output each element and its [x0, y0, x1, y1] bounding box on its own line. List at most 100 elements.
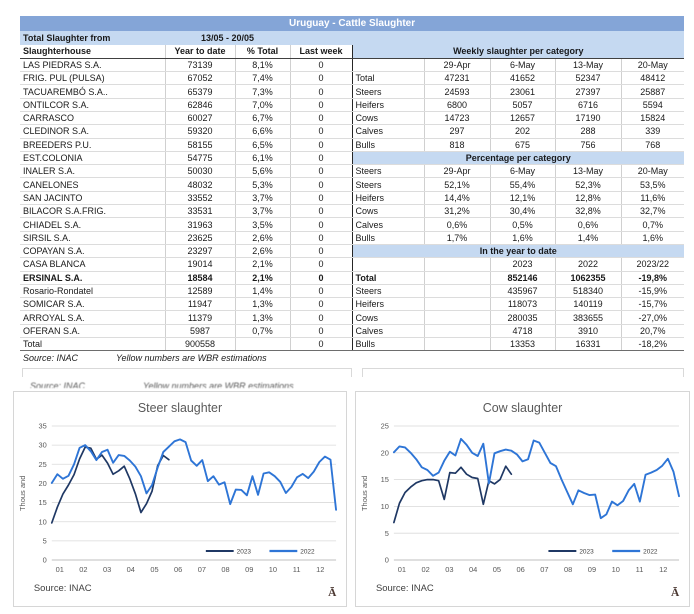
cell: 31,2% [424, 205, 490, 218]
slaughterhouse-name: CHIADEL S.A. [20, 218, 165, 231]
cell: 14,4% [424, 191, 490, 204]
category-label: Heifers [352, 298, 424, 311]
source-note: Source: INACYellow numbers are WBR estim… [20, 351, 352, 364]
slaughterhouse-name: Total [20, 338, 165, 351]
slaughterhouse-name: LAS PIEDRAS S.A. [20, 58, 165, 71]
cell: 3910 [555, 324, 621, 337]
cell: 24593 [424, 85, 490, 98]
y-tick-label: 20 [381, 448, 389, 457]
cell [424, 284, 490, 297]
cell: 0 [290, 231, 352, 244]
category-label: Cows [352, 311, 424, 324]
cell: 25887 [621, 85, 684, 98]
y-tick-label: 5 [43, 536, 47, 545]
y-tick-label: 10 [39, 517, 47, 526]
chart-title: Steer slaughter [138, 401, 222, 415]
cell: 675 [490, 138, 555, 151]
table-row: SIRSIL S.A.236252,6%0Bulls1,7%1,6%1,4%1,… [20, 231, 684, 244]
x-tick-label: 06 [174, 565, 182, 574]
table-row: CASA BLANCA190142,1%0202320222023/22 [20, 258, 684, 271]
category-label: Calves [352, 218, 424, 231]
table-row: CHIADEL S.A.319633,5%0Calves0,6%0,5%0,6%… [20, 218, 684, 231]
y-tick-label: 25 [39, 460, 47, 469]
cell: 435967 [490, 284, 555, 297]
cell: 1,4% [555, 231, 621, 244]
cell [424, 338, 490, 351]
cell: -19,8% [621, 271, 684, 284]
cell: 2,6% [235, 244, 290, 257]
cell [290, 31, 352, 45]
cell: 33531 [165, 205, 235, 218]
cell: 54775 [165, 151, 235, 164]
cell: 53,5% [621, 178, 684, 191]
cell: 900558 [165, 338, 235, 351]
table-row: ONTILCOR S.A.628467,0%0Heifers6800505767… [20, 98, 684, 111]
cell: 73139 [165, 58, 235, 71]
cell: 12,1% [490, 191, 555, 204]
cell: 518340 [555, 284, 621, 297]
cell: 6716 [555, 98, 621, 111]
cell: 23061 [490, 85, 555, 98]
cell: 32,8% [555, 205, 621, 218]
cell: 17190 [555, 111, 621, 124]
cell: -27,0% [621, 311, 684, 324]
cell: 768 [621, 138, 684, 151]
cell: 5,6% [235, 165, 290, 178]
cell: 8,1% [235, 58, 290, 71]
cell: 29-Apr [424, 165, 490, 178]
cell: 0,6% [424, 218, 490, 231]
cell: 2,1% [235, 271, 290, 284]
legend-label-2023: 2023 [237, 548, 252, 555]
table-row: CARRASCO600276,7%0Cows147231265717190158… [20, 111, 684, 124]
cell: 3,5% [235, 218, 290, 231]
cell: 5987 [165, 324, 235, 337]
category-label [352, 258, 424, 271]
cell: 52347 [555, 72, 621, 85]
cell [424, 258, 490, 271]
section-band: In the year to date [352, 244, 684, 257]
x-tick-label: 02 [79, 565, 87, 574]
chart-canvas: 0510152025010203040506070809101112Cow sl… [356, 392, 689, 606]
y-axis-label: Thous and [18, 476, 27, 511]
cell [424, 311, 490, 324]
y-tick-label: 20 [39, 479, 47, 488]
category-label: Bulls [352, 138, 424, 151]
cell: 27397 [555, 85, 621, 98]
cell: 5,3% [235, 178, 290, 191]
category-label: Heifers [352, 98, 424, 111]
cell: 52,3% [555, 178, 621, 191]
cell: 65379 [165, 85, 235, 98]
category-label: Steers [352, 165, 424, 178]
period-label: Total Slaughter from [20, 31, 165, 45]
cell: 30,4% [490, 205, 555, 218]
y-tick-label: 0 [43, 556, 47, 565]
slaughterhouse-name: BILACOR S.A.FRIG. [20, 205, 165, 218]
cell: 6,6% [235, 125, 290, 138]
cell: 14723 [424, 111, 490, 124]
clipped-chart-frame-left [22, 368, 352, 377]
cell: 3,7% [235, 191, 290, 204]
cell: 0 [290, 178, 352, 191]
cell: 5594 [621, 98, 684, 111]
x-tick-label: 04 [127, 565, 135, 574]
table-row: SOMICAR S.A.119471,3%0Heifers11807314011… [20, 298, 684, 311]
table-row: ERSINAL S.A.185842,1%0Total8521461062355… [20, 271, 684, 284]
x-tick-label: 08 [564, 565, 572, 574]
cell: 297 [424, 125, 490, 138]
slaughterhouse-name: ONTILCOR S.A. [20, 98, 165, 111]
y-tick-label: 10 [381, 502, 389, 511]
category-label: Calves [352, 324, 424, 337]
y-tick-label: 0 [385, 556, 389, 565]
section-band: Percentage per category [352, 151, 684, 164]
x-tick-label: 12 [316, 565, 324, 574]
legend-label-2022: 2022 [300, 548, 315, 555]
cell: 0 [290, 165, 352, 178]
x-tick-label: 01 [56, 565, 64, 574]
cell: 818 [424, 138, 490, 151]
x-tick-label: 11 [636, 565, 644, 574]
category-label: Total [352, 72, 424, 85]
cell: 1,4% [235, 284, 290, 297]
table-row: Total Slaughter from 13/05 - 20/05 [20, 31, 684, 45]
cell: 5057 [490, 98, 555, 111]
x-tick-label: 09 [245, 565, 253, 574]
